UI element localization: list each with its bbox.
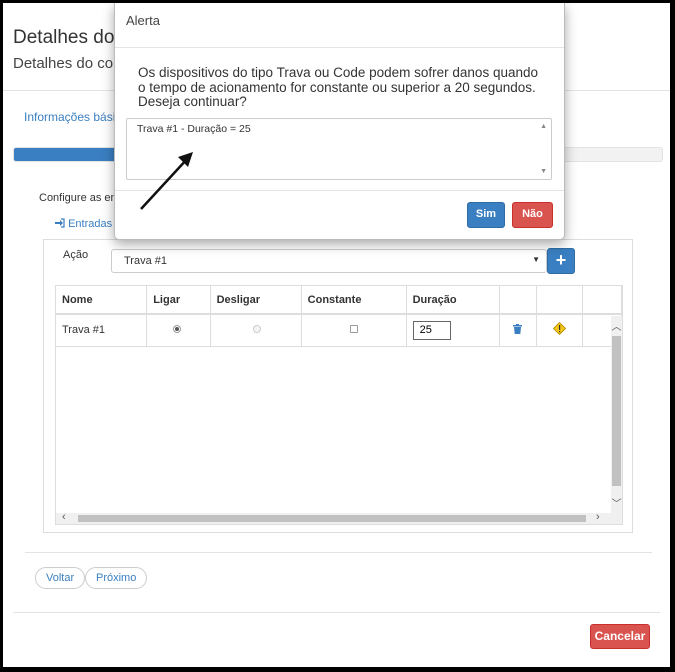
voltar-button[interactable]: Voltar	[35, 567, 86, 589]
col-header-duracao: Duração	[406, 286, 500, 315]
modal-details-text: Trava #1 - Duração = 25	[137, 123, 251, 135]
app-frame: Detalhes do Detalhes do con Informações …	[3, 3, 670, 667]
acao-label: Ação	[63, 249, 89, 261]
page-title: Detalhes do	[13, 27, 115, 48]
nao-button[interactable]: Não	[512, 202, 553, 228]
modal-divider	[115, 47, 564, 48]
cancelar-button[interactable]: Cancelar	[590, 624, 650, 649]
sim-button[interactable]: Sim	[467, 202, 505, 228]
sign-in-icon	[55, 218, 65, 228]
entradas-link[interactable]: Entradas	[55, 218, 112, 230]
caret-down-icon: ▼	[532, 255, 540, 264]
acao-select[interactable]: Trava #1 ▼	[111, 249, 547, 273]
horizontal-scrollbar-thumb[interactable]	[78, 515, 586, 522]
configure-text: Configure as en	[39, 192, 117, 204]
cell-desligar	[210, 314, 302, 347]
col-header-warning	[536, 286, 583, 315]
vertical-scrollbar[interactable]: ︿ ﹀	[611, 316, 622, 524]
col-header-extra	[582, 286, 622, 315]
acao-selected-value: Trava #1	[124, 255, 168, 267]
col-header-constante: Constante	[301, 286, 407, 315]
duracao-input[interactable]	[412, 320, 451, 340]
cell-delete	[499, 314, 538, 347]
cell-duracao	[406, 314, 500, 347]
modal-title: Alerta	[126, 13, 160, 28]
scroll-down-icon[interactable]: ▼	[540, 168, 547, 175]
modal-message: Os dispositivos do tipo Trava ou Code po…	[138, 65, 538, 109]
desligar-radio[interactable]	[252, 325, 261, 334]
chevron-up-icon[interactable]: ︿	[611, 318, 622, 333]
actions-table: Nome Ligar Desligar Constante Duração Tr…	[56, 286, 622, 347]
chevron-right-icon[interactable]: ›	[596, 511, 600, 523]
proximo-button[interactable]: Próximo	[85, 567, 148, 589]
table-header-row: Nome Ligar Desligar Constante Duração	[56, 286, 622, 315]
divider	[13, 612, 660, 613]
annotation-arrow-icon	[140, 152, 193, 210]
actions-table-container: Nome Ligar Desligar Constante Duração Tr…	[55, 285, 623, 525]
col-header-nome: Nome	[56, 286, 148, 315]
cell-warning	[536, 314, 583, 347]
tab-informacoes-basicas[interactable]: Informações básica	[24, 110, 128, 124]
ligar-radio[interactable]	[173, 325, 182, 334]
trash-icon[interactable]	[513, 323, 523, 334]
table-row: Trava #1	[56, 314, 622, 347]
scroll-up-icon[interactable]: ▲	[540, 123, 547, 130]
cell-ligar	[146, 314, 211, 347]
divider	[25, 552, 652, 553]
vertical-scrollbar-thumb[interactable]	[612, 336, 621, 486]
warning-diamond-icon[interactable]	[552, 322, 566, 336]
horizontal-scrollbar[interactable]: ‹ ›	[56, 511, 612, 524]
add-action-button[interactable]: +	[547, 248, 575, 274]
cell-constante	[301, 314, 407, 347]
col-header-delete	[499, 286, 538, 315]
chevron-left-icon[interactable]: ‹	[62, 511, 66, 523]
page-subtitle: Detalhes do con	[13, 55, 122, 72]
constante-checkbox[interactable]	[349, 325, 358, 334]
chevron-down-icon[interactable]: ﹀	[611, 495, 622, 510]
entradas-label: Entradas	[68, 218, 113, 230]
cell-nome: Trava #1	[56, 314, 148, 347]
col-header-ligar: Ligar	[146, 286, 211, 315]
col-header-desligar: Desligar	[210, 286, 302, 315]
